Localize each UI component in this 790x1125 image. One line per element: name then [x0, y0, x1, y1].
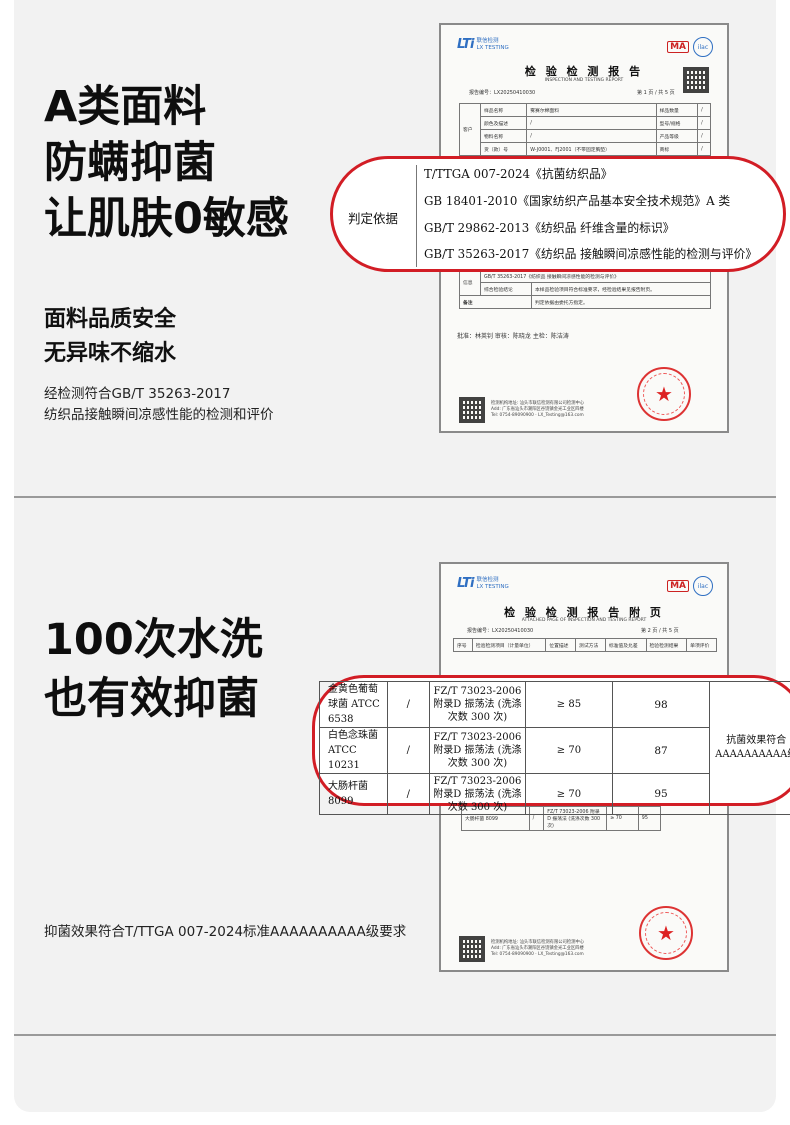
certification-marks: MA ilac	[667, 37, 713, 57]
sample-info-table: 客户 样品名称 雾赛尔棉面料 样品数量 / 颜色及描述 / 型号/规格 / 物料名称 / 产品等级…	[459, 103, 711, 156]
overall-evaluation: 抗菌效果符合AAAAAAAAAA级	[709, 681, 790, 815]
note-line-1: 经检测符合GB/T 35263-2017	[44, 386, 231, 402]
qr-code-icon	[683, 67, 709, 93]
antibacterial-results-table: 金黄色葡萄球菌 ATCC 6538 / FZ/T 73023-2006 附录D …	[319, 681, 790, 815]
footer-qr-code-icon	[459, 936, 485, 962]
report-number: 报告编号：LX20250410030	[469, 90, 536, 96]
compliance-note: 抑菌效果符合T/TTGA 007-2024标准AAAAAAAAAA级要求	[44, 924, 407, 940]
table-row: 客户 样品名称 雾赛尔棉面料 样品数量 /	[459, 103, 711, 156]
subline-1: 面料品质安全	[44, 307, 177, 332]
table-row: 颜色及描述 / 型号/规格 /	[460, 116, 711, 130]
results-callout: 金黄色葡萄球菌 ATCC 6538 / FZ/T 73023-2006 附录D …	[312, 675, 790, 815]
brand-name-en: LX TESTING	[476, 44, 509, 51]
cma-icon: MA	[667, 580, 689, 592]
cnas-icon: ilac	[693, 576, 713, 596]
signatures: 批准：林英钊 审核：陈晓龙 主检：陈洁涛	[457, 333, 569, 340]
organism-cell: 白色念珠菌 ATCC 10231	[319, 727, 388, 774]
brand-name-en: LX TESTING	[476, 583, 509, 590]
organism-cell: 大肠杆菌 8099	[319, 773, 388, 815]
subline-2: 无异味不缩水	[44, 341, 177, 366]
callout-label: 判定依据	[348, 211, 399, 226]
section-divider	[14, 496, 776, 498]
brand-logo: LTi 联信检测 LX TESTING	[457, 576, 509, 591]
headline-line-2: 也有效抑菌	[44, 674, 259, 724]
table-row: 物料名称 / 产品等级 /	[460, 129, 711, 143]
brand-logo: LTi 联信检测 LX TESTING	[457, 37, 509, 52]
callout-divider	[416, 165, 417, 267]
table-row: 序号 检验检测项目（计量单位） 位置描述 测试方法 标准值及允差 检验检测结果 …	[453, 638, 717, 652]
table-row: 货（款）号 W-J0001、FJ2001（不带固定胸垫） 商标 /	[460, 142, 711, 156]
conclusion-table: 信息 GB/T 35263-2017《纺织品 接触瞬间凉感性能的检测与评价》 综合…	[459, 269, 711, 309]
cnas-icon: ilac	[693, 37, 713, 57]
headline-line-1: A类面料	[44, 82, 207, 132]
standard-item: GB/T 35263-2017《纺织品 接触瞬间凉感性能的检测与评价》	[424, 247, 758, 261]
footer-qr-code-icon	[459, 397, 485, 423]
section-divider	[14, 1034, 776, 1036]
note-line-2: 纺织品接触瞬间凉感性能的检测和评价	[44, 407, 274, 423]
certification-marks: MA ilac	[667, 576, 713, 596]
standards-callout: 判定依据 T/TTGA 007-2024《抗菌纺织品》 GB 18401-201…	[330, 156, 786, 272]
page-number: 第 1 页 / 共 5 页	[637, 90, 675, 96]
brand-name: 联信检测	[476, 37, 499, 44]
footer-address: 检测机构地址: 汕头市联信检测有限公司检测中心 Add: 广东省汕头市潮阳区谷饶镇…	[491, 940, 585, 957]
footer-address: 检测机构地址: 汕头市联信检测有限公司检测中心 Add: 广东省汕头市潮阳区谷饶镇…	[491, 401, 585, 418]
table-row: 金黄色葡萄球菌 ATCC 6538 / FZ/T 73023-2006 附录D …	[319, 681, 790, 815]
organism-cell: 金黄色葡萄球菌 ATCC 6538	[319, 681, 388, 728]
brand-name: 联信检测	[476, 576, 499, 583]
headline-line-1: 100次水洗	[44, 615, 263, 665]
table-row: 综合检验结论 本样品检验项目符合标准要求，经检验结果见报告附页。	[460, 282, 711, 296]
table-row: 备注 判定依据由委托方指定。	[459, 295, 711, 309]
report-number: 报告编号：LX20250410030	[467, 628, 534, 634]
report-subtitle: ATTACHED PAGE OF INSPECTION AND TESTING …	[521, 618, 647, 623]
headline-line-3: 让肌肤0敏感	[44, 194, 289, 244]
headline-line-2: 防螨抑菌	[44, 138, 216, 188]
results-header-table: 序号 检验检测项目（计量单位） 位置描述 测试方法 标准值及允差 检验检测结果 …	[453, 638, 717, 652]
page-number: 第 2 页 / 共 5 页	[641, 628, 679, 634]
standard-item: GB 18401-2010《国家纺织产品基本安全技术规范》A 类	[424, 194, 731, 208]
cma-icon: MA	[667, 41, 689, 53]
standard-item: T/TTGA 007-2024《抗菌纺织品》	[424, 167, 613, 181]
standard-item: GB/T 29862-2013《纺织品 纤维含量的标识》	[424, 221, 675, 235]
